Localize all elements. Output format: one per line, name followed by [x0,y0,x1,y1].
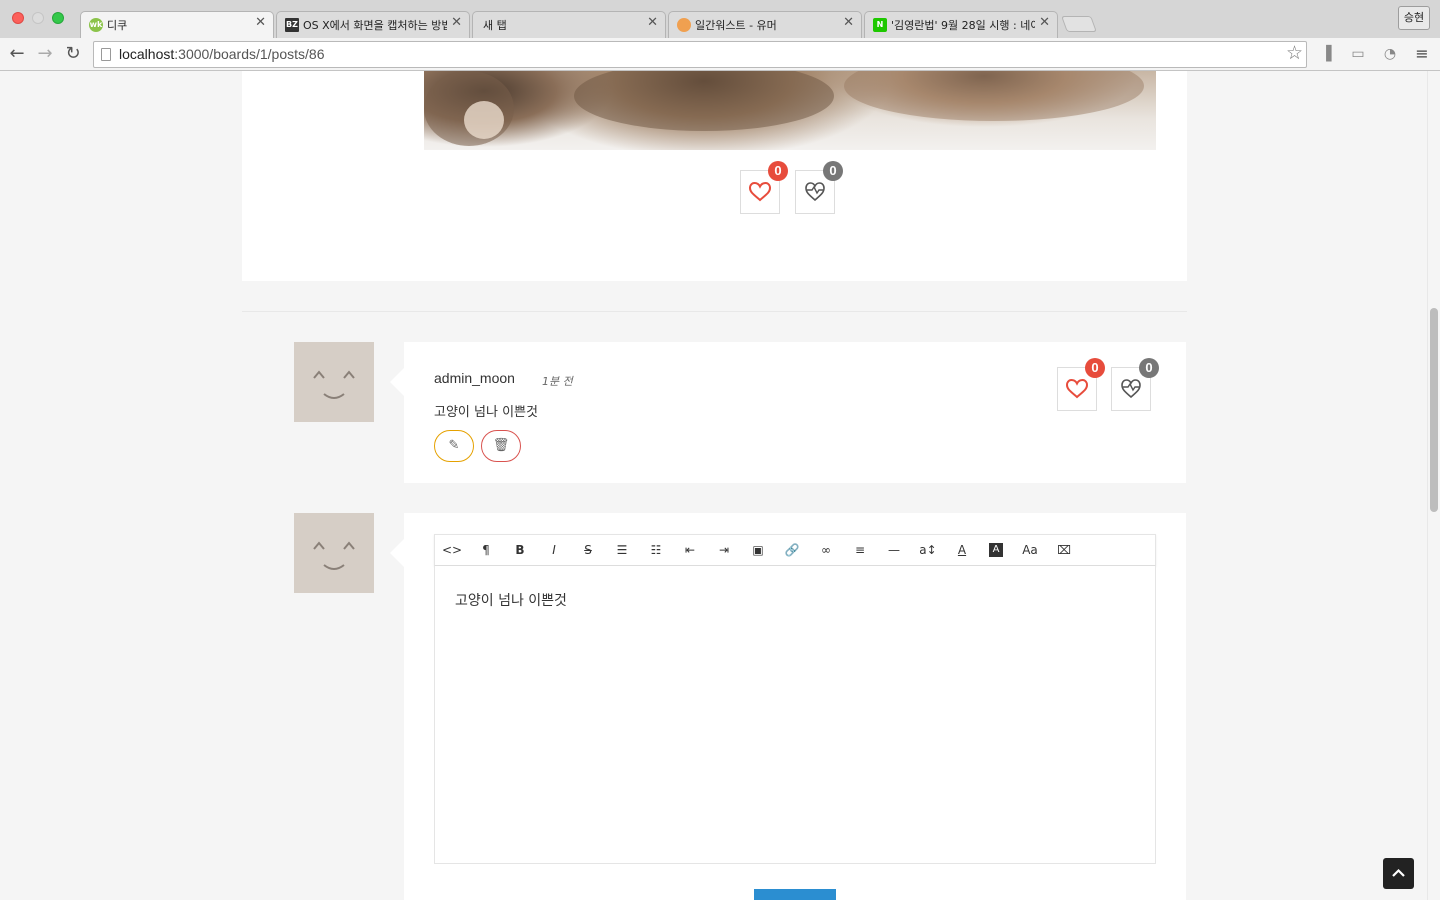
image-icon[interactable]: ▣ [744,535,772,565]
post-dislike-count: 0 [823,161,843,181]
page-scrollbar[interactable] [1427,71,1440,900]
new-tab-button[interactable] [1061,16,1097,32]
strikethrough-icon[interactable]: S [574,535,602,565]
cast-icon[interactable]: ◔ [1382,46,1398,62]
page-info-icon[interactable] [101,48,111,61]
editor-avatar [294,513,374,593]
comment-like-button[interactable]: 0 [1057,358,1105,411]
submit-comment-button[interactable] [754,889,836,900]
menu-icon[interactable]: ≡ [1414,46,1430,62]
bzm-favicon-icon: BZ [285,18,299,32]
unordered-list-icon[interactable]: ☰ [608,535,636,565]
url-host: localhost [119,46,175,62]
editor-content[interactable]: 고양이 넘나 이쁜것 [455,590,567,610]
browser-tab-1[interactable]: wk 디쿠 ✕ [80,11,274,38]
indent-icon[interactable]: ⇥ [710,535,738,565]
editor-textarea[interactable]: 고양이 넘나 이쁜것 [434,566,1156,864]
comment-avatar [294,342,374,422]
smiley-face-icon [313,541,355,570]
browser-tab-strip: wk 디쿠 ✕ BZ OS X에서 화면을 캡처하는 방법 ✕ 새 탭 ✕ 일간… [0,0,1440,38]
post-like-count: 0 [768,161,788,181]
url-text[interactable]: localhost:3000/boards/1/posts/86 [119,46,325,62]
ordered-list-icon[interactable]: ☷ [642,535,670,565]
face-favicon-icon [677,18,691,32]
tab-close-icon[interactable]: ✕ [1039,15,1050,30]
url-path: :3000/boards/1/posts/86 [174,46,325,62]
browser-tab-5[interactable]: N '김영란법' 9월 28일 시행 : 네이 ✕ [864,11,1058,38]
tab-title: 디쿠 [107,19,128,32]
section-divider [242,311,1187,312]
post-image [424,71,1156,150]
comment-delete-button[interactable]: 🗑 [481,430,521,462]
font-color-icon[interactable]: A [948,535,976,565]
comment-edit-button[interactable]: ✎ [434,430,474,462]
comment-timestamp: 1분 전 [542,375,573,388]
clear-format-icon[interactable]: ⌧ [1050,535,1078,565]
tab-title: '김영란법' 9월 28일 시행 : 네이 [891,19,1035,32]
editor-toolbar: <> ¶ B I S ☰ ☷ ⇤ ⇥ ▣ 🔗 ∞ ≡ — a↕ A A Aa ⌧ [434,534,1156,566]
trash-icon: 🗑 [492,438,510,453]
extension-icon[interactable]: ▭ [1350,46,1366,62]
post-dislike-button[interactable]: 0 [795,161,843,214]
background-color-icon[interactable]: A [989,543,1003,557]
profile-button[interactable]: 승현 [1398,6,1430,30]
font-size-icon[interactable]: a↕ [914,535,942,565]
comment-author[interactable]: admin_moon [434,370,515,386]
scroll-to-top-button[interactable] [1383,858,1414,889]
back-arrow-icon[interactable]: ← [6,42,28,66]
comment-dislike-count: 0 [1139,358,1159,378]
comment-text: 고양이 넘나 이쁜것 [434,405,538,420]
outdent-icon[interactable]: ⇤ [676,535,704,565]
comment-dislike-button[interactable]: 0 [1111,358,1159,411]
browser-tab-3[interactable]: 새 탭 ✕ [472,11,666,38]
comment-like-count: 0 [1085,358,1105,378]
tab-close-icon[interactable]: ✕ [843,15,854,30]
italic-icon[interactable]: I [540,535,568,565]
smiley-face-icon [313,370,355,399]
scrollbar-thumb[interactable] [1430,308,1438,512]
tab-title: 새 탭 [483,19,507,32]
tab-title: OS X에서 화면을 캡처하는 방법 [303,19,447,32]
reload-icon[interactable]: ↻ [62,42,84,66]
horizontal-rule-icon[interactable]: — [880,535,908,565]
comment-card: admin_moon 1분 전 고양이 넘나 이쁜것 ✎ 🗑 0 0 [390,342,1186,483]
paragraph-icon[interactable]: ¶ [472,535,500,565]
browser-tab-4[interactable]: 일간워스트 - 유머 ✕ [668,11,862,38]
post-like-button[interactable]: 0 [740,161,788,214]
browser-tab-2[interactable]: BZ OS X에서 화면을 캡처하는 방법 ✕ [276,11,470,38]
browser-toolbar: ← → ↻ localhost:3000/boards/1/posts/86 ☆… [0,38,1440,71]
page-viewport: 0 0 admin_moon 1분 전 고양이 넘나 이쁜것 ✎ 🗑 0 0 <… [0,71,1427,900]
tab-title: 일간워스트 - 유머 [695,19,777,32]
tab-close-icon[interactable]: ✕ [255,15,266,30]
window-zoom-button[interactable] [52,12,64,24]
window-close-button[interactable] [12,12,24,24]
forward-arrow-icon[interactable]: → [34,42,56,66]
post-card: 0 0 [242,71,1187,281]
video-icon[interactable]: 🔗 [778,535,806,565]
wiki-favicon-icon: wk [89,18,103,32]
tab-close-icon[interactable]: ✕ [647,15,658,30]
edit-icon: ✎ [448,438,460,453]
naver-favicon-icon: N [873,18,887,32]
link-icon[interactable]: ∞ [812,535,840,565]
extension-icon[interactable]: ▐ [1318,46,1334,62]
address-bar[interactable]: localhost:3000/boards/1/posts/86 ☆ [93,41,1307,68]
window-minimize-button[interactable] [32,12,44,24]
align-icon[interactable]: ≡ [846,535,874,565]
chevron-up-icon [1392,868,1405,877]
bold-icon[interactable]: B [506,535,534,565]
bookmark-star-icon[interactable]: ☆ [1286,42,1303,64]
comment-editor-card: <> ¶ B I S ☰ ☷ ⇤ ⇥ ▣ 🔗 ∞ ≡ — a↕ A A Aa ⌧ 고양이 넘나 이쁜것 [390,513,1186,900]
tab-close-icon[interactable]: ✕ [451,15,462,30]
code-view-icon[interactable]: <> [438,535,466,565]
font-family-icon[interactable]: Aa [1016,535,1044,565]
